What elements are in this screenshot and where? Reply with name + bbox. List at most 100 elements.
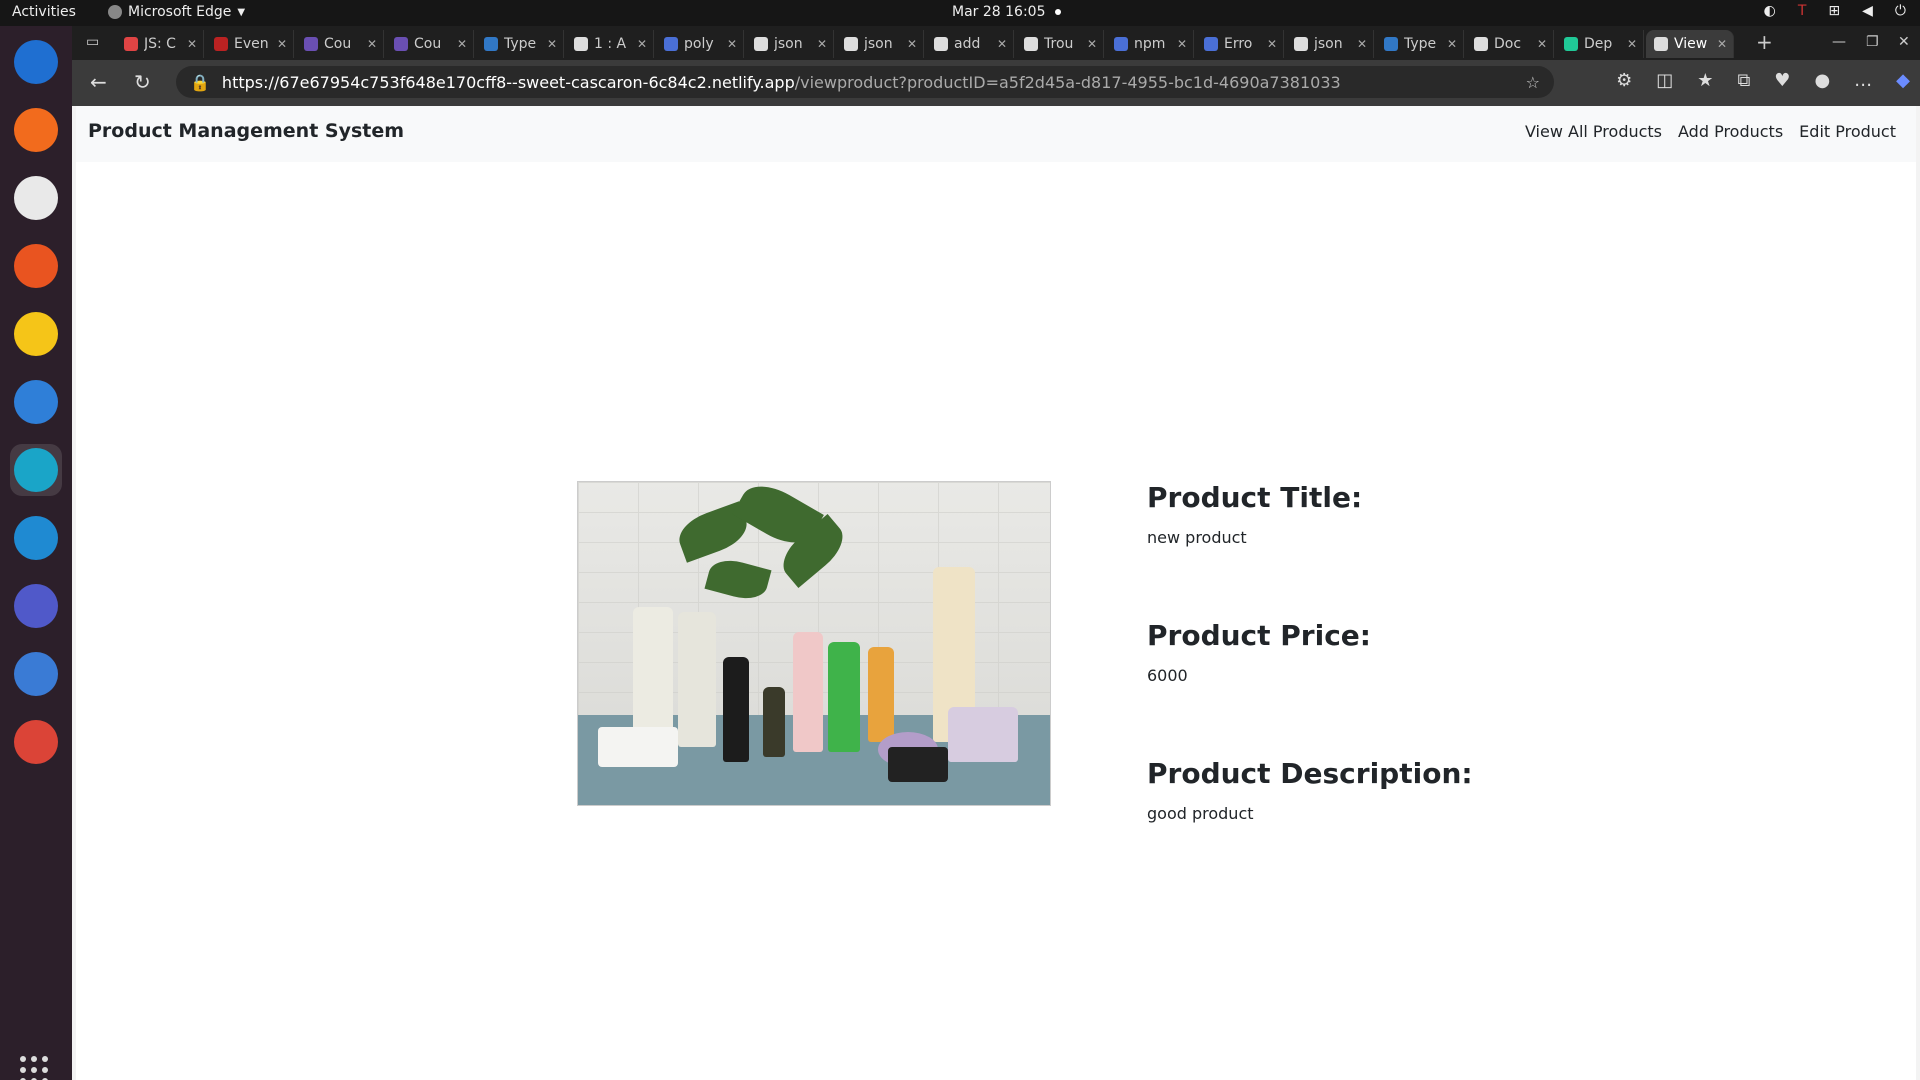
tab-actions-icon[interactable]: ▭ [86,34,99,50]
favorites-icon[interactable]: ★ [1697,70,1713,91]
profile-avatar[interactable]: ● [1814,70,1830,91]
dock-item[interactable] [10,376,62,428]
dock-item[interactable] [10,512,62,564]
clock[interactable]: Mar 28 16:05 [952,4,1062,20]
nav-view-all-products[interactable]: View All Products [1525,122,1662,141]
browser-tab[interactable]: Dep ✕ [1556,30,1644,58]
site-brand[interactable]: Product Management System [88,120,404,142]
thunderbird-icon [14,40,58,84]
power-icon[interactable]: ⏻ [1895,3,1906,19]
tab-close-icon[interactable]: ✕ [907,37,917,51]
tab-label: Doc [1494,36,1522,52]
tab-favicon-icon [394,37,408,51]
tab-favicon-icon [754,37,768,51]
browser-tab[interactable]: Erro ✕ [1196,30,1284,58]
todo-icon [14,652,58,696]
dock-item[interactable] [10,648,62,700]
tab-close-icon[interactable]: ✕ [457,37,467,51]
close-window-button[interactable]: ✕ [1898,34,1910,50]
reload-button[interactable]: ↻ [134,70,151,94]
tab-label: Dep [1584,36,1613,52]
browser-tab[interactable]: 1 : A ✕ [566,30,654,58]
chrome-icon [14,720,58,764]
tab-close-icon[interactable]: ✕ [817,37,827,51]
browser-tab[interactable]: JS: C ✕ [116,30,204,58]
browser-tab[interactable]: Doc ✕ [1466,30,1554,58]
browser-tab[interactable]: json ✕ [836,30,924,58]
browser-tab[interactable]: Type ✕ [476,30,564,58]
activities-button[interactable]: Activities [12,4,76,20]
dock-item[interactable] [10,36,62,88]
nav-add-products[interactable]: Add Products [1678,122,1783,141]
browser-tab[interactable]: json ✕ [746,30,834,58]
app-center-icon [14,244,58,288]
files-icon [14,176,58,220]
browser-tab[interactable]: add ✕ [926,30,1014,58]
dock-item[interactable] [10,104,62,156]
dock-item[interactable] [10,172,62,224]
dock-item[interactable] [10,308,62,360]
tab-close-icon[interactable]: ✕ [367,37,377,51]
browser-tab[interactable]: npm ✕ [1106,30,1194,58]
maximize-button[interactable]: ❐ [1866,34,1879,50]
browser-tab[interactable]: Trou ✕ [1016,30,1104,58]
minimize-button[interactable]: — [1832,34,1846,50]
teams-tray-icon[interactable]: T [1798,3,1807,19]
favorite-star-icon[interactable]: ☆ [1526,73,1540,92]
app-menu[interactable]: Microsoft Edge ▼ [108,4,245,20]
browser-tab[interactable]: json ✕ [1286,30,1374,58]
browser-tab[interactable]: View ✕ [1646,30,1734,58]
browser-tab[interactable]: poly ✕ [656,30,744,58]
browser-window: ▭ + — ❐ ✕ JS: C ✕ Even ✕ Cou ✕ Cou ✕ Type ✕ 1 : A ✕… [72,26,1920,1080]
browser-tab[interactable]: Cou ✕ [386,30,474,58]
dock-item[interactable] [10,716,62,768]
split-screen-icon[interactable]: ◫ [1656,70,1673,91]
tab-favicon-icon [1654,37,1668,51]
tab-close-icon[interactable]: ✕ [997,37,1007,51]
night-light-icon[interactable]: ◐ [1764,3,1776,19]
tab-close-icon[interactable]: ✕ [1627,37,1637,51]
firefox-icon [14,108,58,152]
dock-item[interactable] [10,240,62,292]
tab-close-icon[interactable]: ✕ [1087,37,1097,51]
browser-tab[interactable]: Even ✕ [206,30,294,58]
network-icon[interactable]: ⊞ [1828,3,1840,19]
tab-close-icon[interactable]: ✕ [1357,37,1367,51]
nav-edit-product[interactable]: Edit Product [1799,122,1896,141]
extensions-icon[interactable]: ⚙ [1616,70,1632,91]
tab-close-icon[interactable]: ✕ [1177,37,1187,51]
more-menu-icon[interactable]: … [1854,70,1872,91]
url-path: /viewproduct?productID=a5f2d45a-d817-495… [794,72,1341,92]
tab-label: Type [1404,36,1437,52]
tab-close-icon[interactable]: ✕ [277,37,287,51]
browser-toolbar: ← ↻ 🔒 https://67e67954c753f648e170cff8--… [72,60,1920,106]
tab-close-icon[interactable]: ✕ [637,37,647,51]
tab-close-icon[interactable]: ✕ [1717,37,1727,51]
performance-icon[interactable]: ♥ [1774,70,1790,91]
collections-icon[interactable]: ⧉ [1737,70,1750,91]
tab-label: json [864,36,893,52]
volume-icon[interactable]: ◀ [1862,3,1873,19]
tab-close-icon[interactable]: ✕ [727,37,737,51]
new-tab-button[interactable]: + [1756,30,1773,54]
product-title-heading: Product Title: [1147,481,1363,514]
tab-close-icon[interactable]: ✕ [547,37,557,51]
tab-close-icon[interactable]: ✕ [1267,37,1277,51]
system-tray[interactable]: ◐ T ⊞ ◀ ⏻ [1764,3,1906,19]
copilot-icon[interactable]: ◆ [1896,70,1910,91]
tab-favicon-icon [1114,37,1128,51]
dock-item[interactable] [10,580,62,632]
tab-favicon-icon [304,37,318,51]
vscode-icon [14,516,58,560]
tab-label: Cou [414,36,442,52]
dock-item[interactable] [10,444,62,496]
dock [0,26,72,1080]
browser-tab[interactable]: Type ✕ [1376,30,1464,58]
browser-tab[interactable]: Cou ✕ [296,30,384,58]
show-apps-icon[interactable] [20,1056,48,1080]
address-bar[interactable]: 🔒 https://67e67954c753f648e170cff8--swee… [176,66,1554,98]
tab-close-icon[interactable]: ✕ [1537,37,1547,51]
tab-close-icon[interactable]: ✕ [187,37,197,51]
tab-close-icon[interactable]: ✕ [1447,37,1457,51]
back-button[interactable]: ← [90,70,107,94]
